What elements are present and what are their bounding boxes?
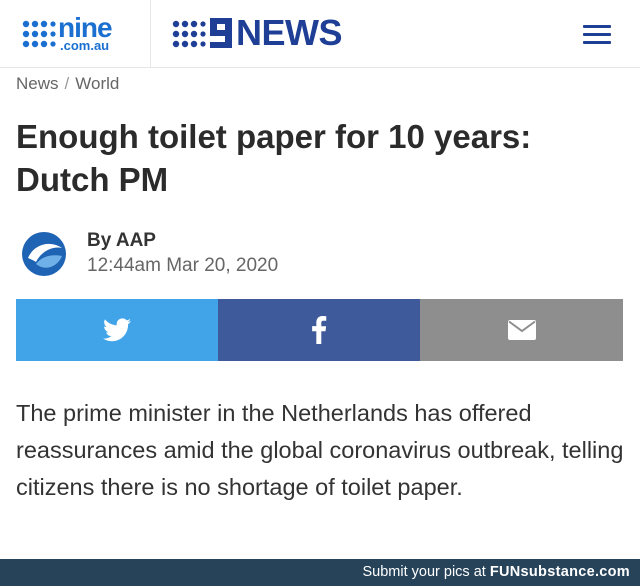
nine-logo[interactable]: nine .com.au <box>22 14 130 54</box>
email-icon <box>507 320 536 340</box>
nine-dots-icon <box>22 20 56 48</box>
breadcrumb-news[interactable]: News <box>16 74 59 93</box>
twitter-icon <box>103 318 131 342</box>
facebook-icon <box>312 316 327 344</box>
hamburger-menu-icon[interactable] <box>580 22 614 48</box>
news-nine-glyph-icon <box>210 18 232 48</box>
article-body: The prime minister in the Netherlands ha… <box>16 400 624 500</box>
publish-date: 12:44am Mar 20, 2020 <box>87 255 279 276</box>
site-header: nine .com.au NEWS <box>0 0 640 68</box>
9news-logo[interactable]: NEWS <box>172 14 377 54</box>
watermark-text: Submit your pics at FUNsubstance.com <box>363 559 631 586</box>
header-divider <box>150 0 151 68</box>
article-title: Enough toilet paper for 10 years: Dutch … <box>16 118 532 198</box>
watermark-prefix: Submit your pics at <box>362 564 490 580</box>
share-twitter-button[interactable] <box>16 299 218 361</box>
news-dots-icon <box>172 20 206 48</box>
nine-logo-domain: .com.au <box>60 38 110 53</box>
share-facebook-button[interactable] <box>218 299 420 361</box>
author-name[interactable]: By AAP <box>87 230 156 252</box>
aap-logo-icon <box>22 232 66 276</box>
watermark-brand: FUNsubstance.com <box>489 564 630 580</box>
news-logo-word: NEWS <box>236 12 343 53</box>
breadcrumb: News / World <box>16 73 119 95</box>
author-block: By AAP 12:44am Mar 20, 2020 <box>18 228 418 284</box>
breadcrumb-world[interactable]: World <box>75 74 119 93</box>
breadcrumb-separator: / <box>64 74 70 93</box>
watermark-bar: Submit your pics at FUNsubstance.com <box>0 559 640 586</box>
share-bar <box>16 299 623 361</box>
share-email-button[interactable] <box>420 299 623 361</box>
